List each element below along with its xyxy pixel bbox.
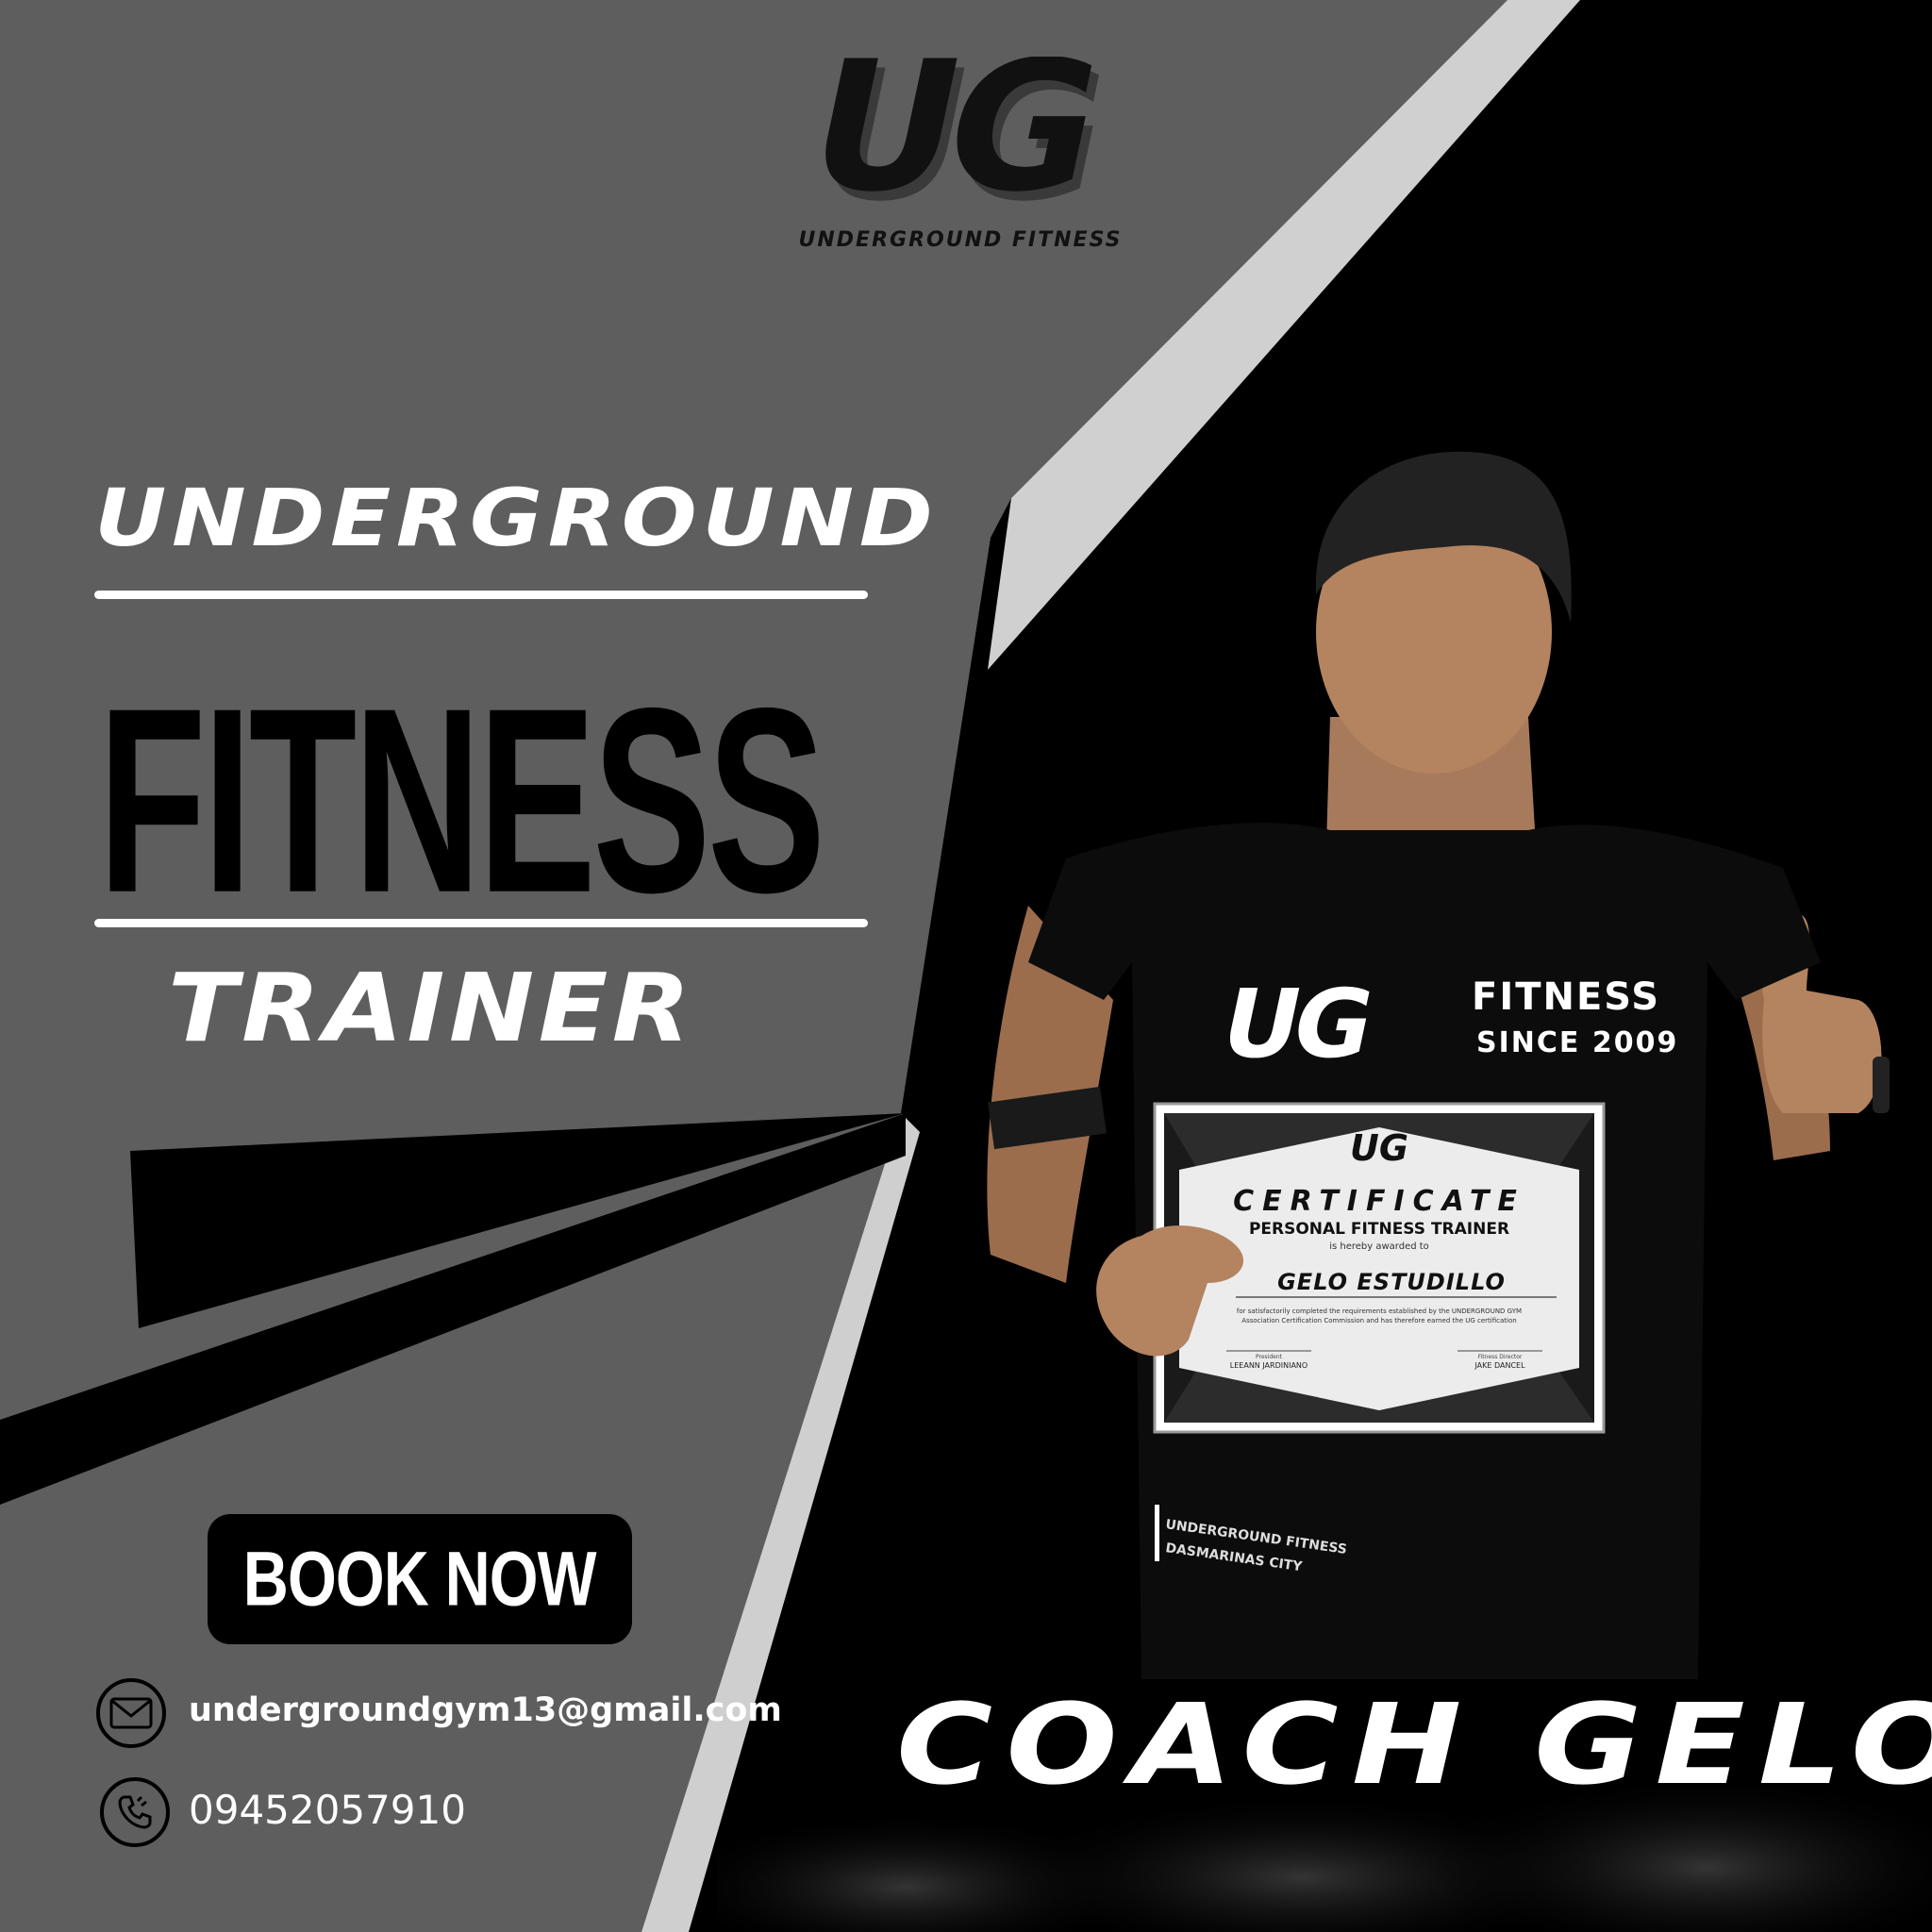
headline-fitness: FITNESS (98, 654, 825, 948)
certificate-sig1-role: President (1256, 1354, 1283, 1360)
book-now-button[interactable]: BOOK NOW (208, 1514, 632, 1644)
ug-logo: UG UG (791, 57, 1117, 226)
certificate-sig1-name: LEEANN JARDINIANO (1230, 1361, 1307, 1370)
shirt-logo: UG (1212, 969, 1378, 1079)
certificate-sig2-role: Fitness Director (1478, 1354, 1523, 1360)
poster: UG UG UNDERGROUND FITNESS UNDERGROUND FI… (0, 0, 1932, 1932)
certificate-subtitle: PERSONAL FITNESS TRAINER (1249, 1220, 1509, 1239)
email-link[interactable]: undergroundgym13@gmail.com (189, 1691, 782, 1729)
certificate-sig2-name: JAKE DANCEL (1474, 1361, 1525, 1370)
shirt-since: SINCE 2009 (1476, 1026, 1678, 1059)
trainer-photo: UG FITNESS SINCE 2009 UNDERGROUND FITNES… (987, 451, 1890, 1679)
headline-trainer: TRAINER (168, 953, 695, 1063)
certificate-title: CERTIFICATE (1233, 1185, 1525, 1218)
headline-underground: UNDERGROUND (94, 472, 939, 564)
coach-name: COACH GELO (896, 1679, 1932, 1809)
shirt-fitness: FITNESS (1472, 975, 1660, 1019)
logo-tagline: UNDERGROUND FITNESS (798, 228, 1123, 252)
shirt-hem-mark (1155, 1505, 1159, 1561)
divider-line (94, 919, 868, 927)
envelope-icon (96, 1678, 166, 1748)
divider-line (94, 591, 868, 599)
certificate-body-1: for satisfactorily completed the require… (1237, 1307, 1522, 1315)
certificate-body-2: Association Certification Commission and… (1241, 1317, 1516, 1324)
certificate-awarded: is hereby awarded to (1329, 1241, 1429, 1252)
certificate-logo: UG (1350, 1127, 1408, 1169)
phone-link[interactable]: 09452057910 (189, 1787, 466, 1833)
certificate-recipient: GELO ESTUDILLO (1277, 1269, 1506, 1295)
book-now-label: BOOK NOW (243, 1535, 597, 1623)
phone-icon (100, 1777, 170, 1847)
svg-text:UG: UG (791, 57, 1109, 226)
watch (1873, 1057, 1890, 1113)
